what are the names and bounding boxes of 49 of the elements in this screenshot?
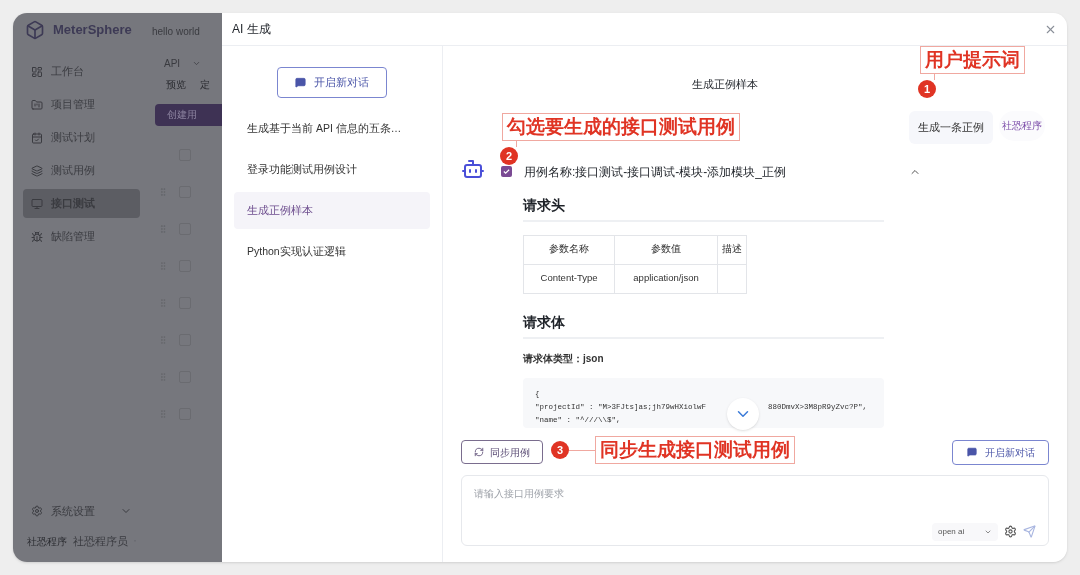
table-cell: Content-Type — [523, 264, 615, 293]
nav-icon — [31, 131, 43, 144]
history-item[interactable]: 生成基于当前 API 信息的五条… — [234, 110, 430, 147]
history-item[interactable]: Python实现认证逻辑 — [234, 233, 430, 270]
create-case-button[interactable]: 创建用 — [155, 104, 222, 126]
table-header: 参数值 — [614, 235, 718, 264]
case-name: 用例名称:接口测试-接口调试-模块-添加模块_正例 — [524, 163, 786, 181]
case-checkbox[interactable] — [501, 166, 512, 177]
settings-icon[interactable] — [1004, 525, 1017, 538]
brand-name: MeterSphere — [53, 21, 132, 40]
body-type: 请求体类型：json — [523, 351, 605, 366]
drawer-title: AI 生成 — [232, 21, 271, 38]
annotation-label: 勾选要生成的接口测试用例 — [502, 113, 740, 141]
new-chat-button[interactable]: 开启新对话 — [952, 439, 1049, 465]
user-avatar: 社恐程序 — [999, 110, 1045, 141]
nav-icon — [31, 65, 43, 78]
input-placeholder: 请输入接口用例要求 — [474, 486, 565, 501]
nav-icon — [31, 230, 43, 243]
section-heading: 请求体 — [523, 311, 884, 339]
history-item[interactable]: 登录功能测试用例设计 — [234, 151, 430, 188]
model-select[interactable]: open ai — [932, 522, 998, 541]
annotation-label: 用户提示词 — [920, 46, 1025, 74]
sync-button[interactable]: 同步用例 — [461, 440, 543, 464]
nav-icon — [31, 98, 43, 111]
section-heading: 请求头 — [523, 194, 884, 222]
chat-icon — [966, 447, 977, 457]
table-cell: application/json — [614, 264, 718, 293]
check-icon — [503, 168, 510, 175]
logo-icon — [25, 20, 45, 40]
table-header: 参数名称 — [523, 235, 615, 264]
new-chat-button[interactable]: 开启新对话 — [277, 67, 387, 98]
user-avatar: 社恐程序 — [27, 534, 67, 549]
history-item[interactable]: 生成正例样本 — [234, 192, 430, 229]
table-header: 描述 — [717, 235, 747, 264]
chat-icon — [295, 77, 306, 88]
settings-icon — [31, 505, 43, 517]
view-tab[interactable]: 预览 — [166, 77, 186, 92]
annotation-label: 同步生成接口测试用例 — [595, 436, 795, 464]
prompt-input[interactable]: 请输入接口用例要求 open ai — [461, 474, 1049, 546]
chat-title: 生成正例样本 — [692, 77, 758, 92]
nav-icon — [31, 164, 43, 177]
table-cell — [717, 264, 747, 293]
user-message: 生成一条正例 — [909, 111, 993, 144]
view-tab[interactable]: 定 — [200, 77, 210, 92]
send-icon[interactable] — [1023, 525, 1036, 538]
nav-icon — [31, 197, 43, 210]
type-select[interactable]: API — [150, 53, 222, 73]
sync-icon — [474, 447, 484, 457]
project-name: hello world — [151, 25, 201, 39]
